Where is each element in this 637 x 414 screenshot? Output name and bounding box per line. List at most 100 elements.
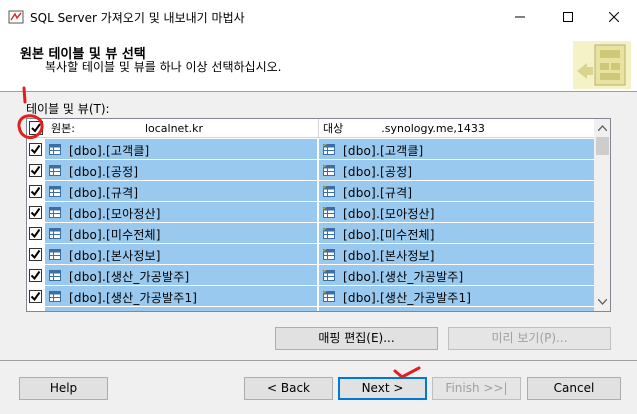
table-icon <box>49 228 61 239</box>
table-edit-icon <box>323 165 335 176</box>
destination-table-name: [dbo].[공정] <box>343 165 413 179</box>
destination-cell[interactable]: [dbo].[본사정보] <box>319 244 594 264</box>
destination-column-header[interactable]: 대상 .synology.me,1433 <box>319 119 594 138</box>
table-edit-icon <box>323 186 335 197</box>
destination-cell[interactable]: [dbo].[모아정산] <box>319 202 594 222</box>
destination-cell[interactable]: [dbo].[규격] <box>319 181 594 201</box>
source-table-name: [dbo].[생산_가공발주] <box>69 270 190 284</box>
back-button[interactable]: < Back <box>244 377 333 400</box>
source-table-name: [dbo].[본사정보] <box>69 249 161 263</box>
checkmark-icon <box>30 270 41 281</box>
table-icon <box>49 186 61 197</box>
table-row[interactable]: [dbo].[고객클] [dbo].[고객클] <box>27 139 594 160</box>
preview-button[interactable]: 미리 보기(P)... <box>448 327 611 350</box>
source-cell[interactable]: [dbo].[생산_가공발주] <box>45 265 317 285</box>
destination-cell[interactable]: [dbo].[생산_가공발주2] <box>319 307 594 311</box>
source-table-name: [dbo].[모아정산] <box>69 207 161 221</box>
destination-table-name: [dbo].[미수전체] <box>343 228 435 242</box>
table-edit-icon <box>323 291 335 302</box>
table-edit-icon <box>323 249 335 260</box>
vertical-scrollbar[interactable] <box>594 119 610 311</box>
tables-grid[interactable]: 원본: localnet.kr 대상 .synology.me,1433 [dbo]… <box>26 118 611 312</box>
table-row[interactable]: [dbo].[본사정보] [dbo].[본사정보] <box>27 244 594 265</box>
table-icon <box>49 270 61 281</box>
source-cell[interactable]: [dbo].[모아정산] <box>45 202 317 222</box>
table-row[interactable]: [dbo].[생산_가공발주1] [dbo].[생산_가공발주1] <box>27 286 594 307</box>
checkmark-icon <box>31 123 41 133</box>
table-icon <box>49 291 61 302</box>
source-column-header[interactable]: 원본: localnet.kr <box>47 119 319 138</box>
source-table-name: [dbo].[생산_가공발주2] <box>69 310 197 311</box>
table-icon <box>49 165 61 176</box>
destination-table-name: [dbo].[생산_가공발주] <box>343 270 464 284</box>
select-all-checkbox[interactable] <box>29 121 43 135</box>
table-edit-icon <box>323 207 335 218</box>
destination-cell[interactable]: [dbo].[생산_가공발주1] <box>319 286 594 306</box>
checkmark-icon <box>30 186 41 197</box>
tables-and-views-label: 테이블 및 뷰(T): <box>26 102 110 116</box>
source-cell[interactable]: [dbo].[공정] <box>45 160 317 180</box>
maximize-button[interactable] <box>545 0 591 34</box>
destination-cell[interactable]: [dbo].[공정] <box>319 160 594 180</box>
close-button[interactable] <box>591 0 637 34</box>
row-checkbox[interactable] <box>29 290 42 303</box>
title-bar: SQL Server 가져오기 및 내보내기 마법사 <box>0 0 637 34</box>
row-checkbox[interactable] <box>29 143 42 156</box>
dest-header-prefix: 대상 <box>323 122 344 135</box>
source-cell[interactable]: [dbo].[미수전체] <box>45 223 317 243</box>
source-header-host: localnet.kr <box>144 122 204 135</box>
checkmark-icon <box>30 291 41 302</box>
row-checkbox[interactable] <box>29 248 42 261</box>
destination-table-name: [dbo].[생산_가공발주1] <box>343 291 472 305</box>
scroll-up-icon[interactable] <box>598 125 607 131</box>
checkmark-icon <box>30 249 41 260</box>
table-edit-icon <box>323 228 335 239</box>
table-row[interactable]: [dbo].[생산_가공발주2] [dbo].[생산_가공발주2] <box>27 307 594 312</box>
row-checkbox[interactable] <box>29 164 42 177</box>
row-checkbox[interactable] <box>29 206 42 219</box>
wizard-header: 원본 테이블 및 뷰 선택 복사할 테이블 및 뷰를 하나 이상 선택하십시오. <box>0 34 637 92</box>
help-button[interactable]: Help <box>19 377 108 400</box>
row-checkbox[interactable] <box>29 269 42 282</box>
minimize-button[interactable] <box>497 0 543 34</box>
checkmark-icon <box>30 207 41 218</box>
source-table-name: [dbo].[고객클] <box>69 144 150 158</box>
source-cell[interactable]: [dbo].[본사정보] <box>45 244 317 264</box>
table-row[interactable]: [dbo].[규격] [dbo].[규격] <box>27 181 594 202</box>
source-cell[interactable]: [dbo].[생산_가공발주1] <box>45 286 317 306</box>
source-table-name: [dbo].[규격] <box>69 186 139 200</box>
destination-cell[interactable]: [dbo].[고객클] <box>319 139 594 159</box>
destination-cell[interactable]: [dbo].[미수전체] <box>319 223 594 243</box>
finish-button[interactable]: Finish >>| <box>432 377 521 400</box>
source-cell[interactable]: [dbo].[생산_가공발주2] <box>45 307 317 311</box>
destination-table-name: [dbo].[고객클] <box>343 144 424 158</box>
edit-mappings-button[interactable]: 매핑 편집(E)... <box>275 327 438 350</box>
window-title: SQL Server 가져오기 및 내보내기 마법사 <box>30 11 245 25</box>
table-row[interactable]: [dbo].[생산_가공발주] [dbo].[생산_가공발주] <box>27 265 594 286</box>
scrollbar-thumb[interactable] <box>596 137 609 155</box>
dest-header-host: .synology.me,1433 <box>381 122 485 135</box>
source-table-name: [dbo].[공정] <box>69 165 139 179</box>
checkmark-icon <box>30 144 41 155</box>
minimize-icon <box>515 16 525 18</box>
row-checkbox[interactable] <box>29 185 42 198</box>
close-icon <box>609 12 619 22</box>
redacted-host <box>74 124 145 134</box>
source-cell[interactable]: [dbo].[고객클] <box>45 139 317 159</box>
destination-table-name: [dbo].[규격] <box>343 186 413 200</box>
checkmark-icon <box>30 165 41 176</box>
table-row[interactable]: [dbo].[모아정산] [dbo].[모아정산] <box>27 202 594 223</box>
source-cell[interactable]: [dbo].[규격] <box>45 181 317 201</box>
table-row[interactable]: [dbo].[공정] [dbo].[공정] <box>27 160 594 181</box>
next-button[interactable]: Next > <box>338 377 427 400</box>
row-checkbox[interactable] <box>29 227 42 240</box>
table-row[interactable]: [dbo].[미수전체] [dbo].[미수전체] <box>27 223 594 244</box>
cancel-button[interactable]: Cancel <box>527 377 621 400</box>
wizard-banner-icon <box>573 41 631 89</box>
destination-cell[interactable]: [dbo].[생산_가공발주] <box>319 265 594 285</box>
scroll-down-icon[interactable] <box>598 299 607 305</box>
grid-header: 원본: localnet.kr 대상 .synology.me,1433 <box>27 119 594 138</box>
sql-server-app-icon <box>8 10 24 24</box>
row-checkbox[interactable] <box>29 311 42 312</box>
destination-table-name: [dbo].[본사정보] <box>343 249 435 263</box>
